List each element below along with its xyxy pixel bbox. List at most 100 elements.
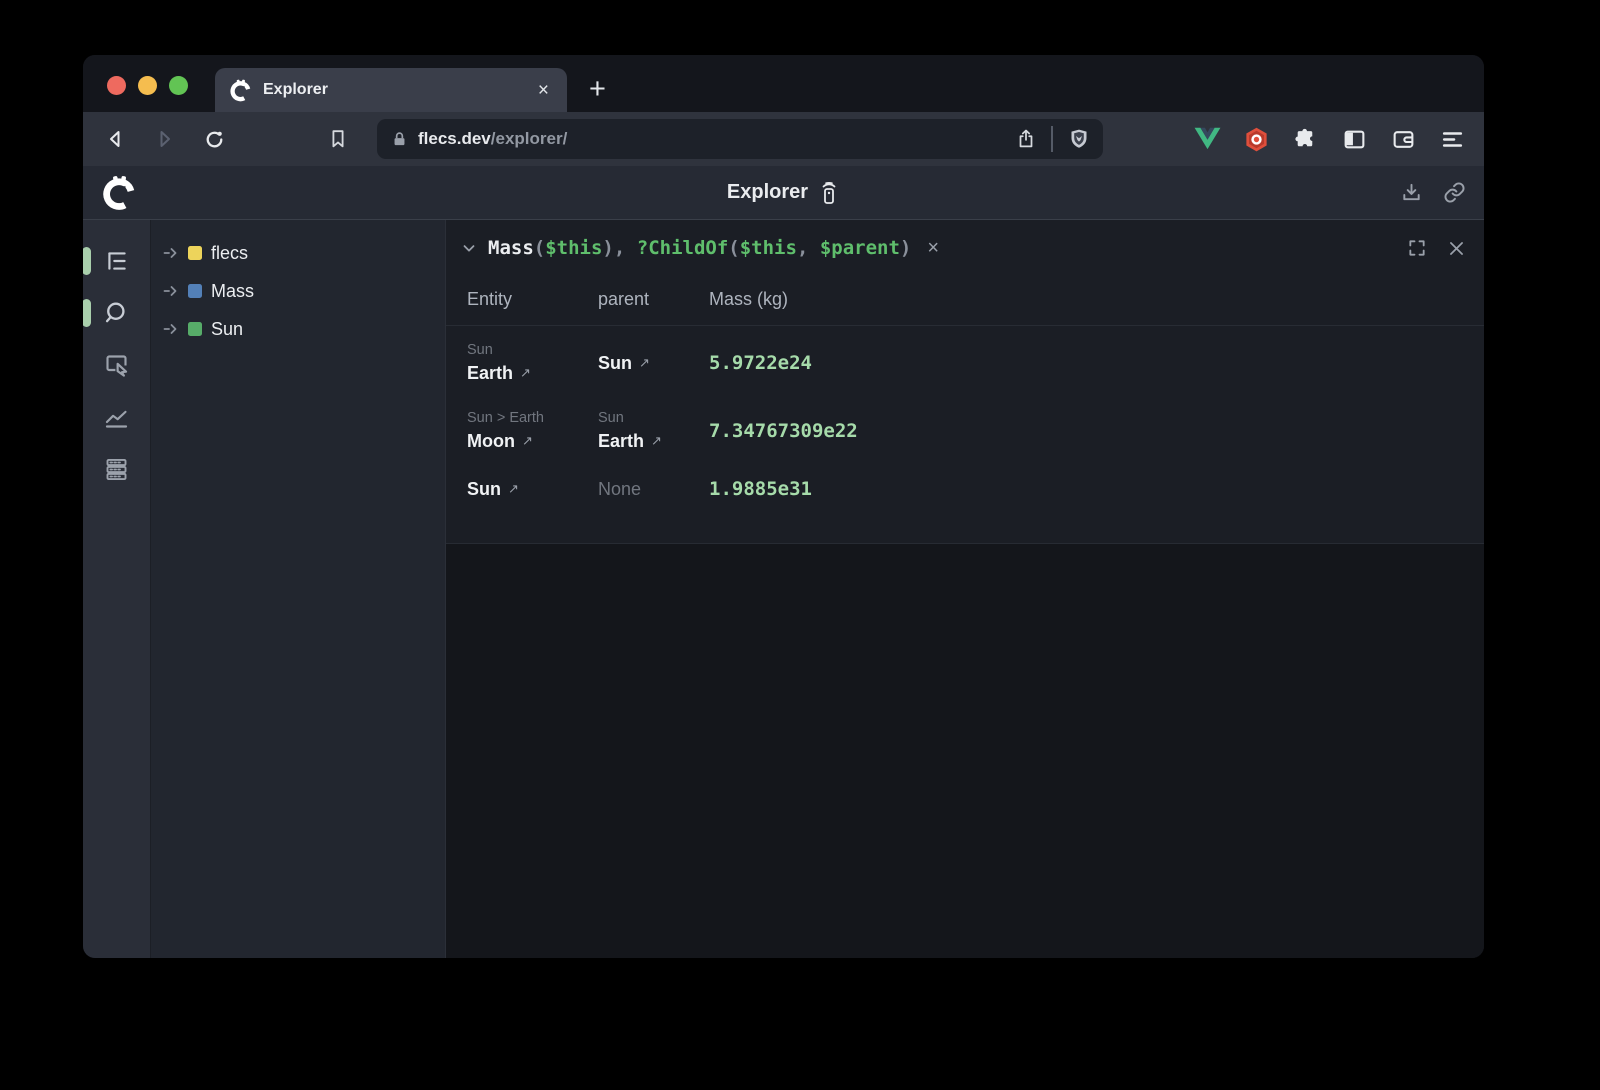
empty-canvas xyxy=(446,544,1484,958)
tree-item-label: flecs xyxy=(211,243,248,264)
mass-value: 7.34767309e22 xyxy=(709,420,1484,442)
app-header-actions xyxy=(1400,181,1466,204)
mass-value: 1.9885e31 xyxy=(709,478,1484,500)
browser-toolbar: flecs.dev/explorer/ xyxy=(83,112,1484,166)
query-token: $parent xyxy=(820,237,900,259)
column-mass[interactable]: Mass (kg) xyxy=(709,289,1484,310)
fullscreen-icon[interactable] xyxy=(1407,238,1427,258)
column-parent[interactable]: parent xyxy=(598,289,709,310)
query-header: Mass($this), ?ChildOf($this, $parent) × xyxy=(446,220,1484,276)
tree-item-mass[interactable]: Mass xyxy=(151,272,445,310)
stats-icon xyxy=(103,404,130,431)
entity-link[interactable]: Sun xyxy=(598,350,632,376)
query-token: ?ChildOf xyxy=(637,237,729,259)
expand-arrow-icon[interactable] xyxy=(163,322,179,336)
hexagon-extension-icon[interactable] xyxy=(1240,123,1272,155)
remote-connection-icon[interactable] xyxy=(818,180,840,206)
bookmark-icon[interactable] xyxy=(321,122,355,156)
entity-cell: Sun ↗ xyxy=(467,476,598,502)
tab-title: Explorer xyxy=(263,81,523,99)
tree-item-label: Sun xyxy=(211,319,243,340)
zoom-window-button[interactable] xyxy=(169,76,188,95)
entity-path: Sun xyxy=(598,408,709,428)
inspector-icon xyxy=(103,352,130,379)
url-divider xyxy=(1051,126,1053,152)
results-table-body: Sun Earth↗ Sun↗ 5.9722e24 Sun > Earth Mo… xyxy=(446,326,1484,524)
tree-icon xyxy=(104,248,130,274)
extension-icons xyxy=(1191,123,1468,155)
parent-cell: Sun ↗ xyxy=(598,350,709,376)
query-token: ( xyxy=(728,237,739,259)
url-bar[interactable]: flecs.dev/explorer/ xyxy=(377,119,1103,159)
traffic-lights xyxy=(107,76,188,95)
goto-entity-icon[interactable]: ↗ xyxy=(651,428,662,454)
lock-icon xyxy=(391,131,408,148)
table-row: Sun > Earth Moon↗ Sun Earth↗ 7.34767309e… xyxy=(446,408,1484,454)
active-panel-indicator xyxy=(83,299,91,327)
entity-cell: Sun > Earth Moon↗ xyxy=(467,408,598,454)
entity-path: Sun xyxy=(467,340,598,360)
back-button[interactable] xyxy=(99,122,133,156)
parent-cell: None xyxy=(598,479,709,500)
component-color-swatch xyxy=(188,284,202,298)
content-area: flecs Mass Sun xyxy=(83,220,1484,958)
chevron-down-icon[interactable] xyxy=(460,239,478,257)
expand-arrow-icon[interactable] xyxy=(163,246,179,260)
minimize-window-button[interactable] xyxy=(138,76,157,95)
mass-value: 5.9722e24 xyxy=(709,352,1484,374)
column-entity[interactable]: Entity xyxy=(467,289,598,310)
query-expression[interactable]: Mass($this), ?ChildOf($this, $parent) xyxy=(488,237,911,259)
goto-entity-icon[interactable]: ↗ xyxy=(520,360,531,386)
parent-cell: Sun Earth ↗ xyxy=(598,408,709,454)
tree-item-label: Mass xyxy=(211,281,254,302)
wallet-icon[interactable] xyxy=(1387,123,1419,155)
flecs-favicon-icon xyxy=(229,79,252,102)
query-token: $this xyxy=(545,237,602,259)
tree-item-sun[interactable]: Sun xyxy=(151,310,445,348)
tree-item-flecs[interactable]: flecs xyxy=(151,234,445,272)
reload-button[interactable] xyxy=(197,122,231,156)
table-row: Sun Earth↗ Sun↗ 5.9722e24 xyxy=(446,340,1484,386)
entity-cell: Sun Earth ↗ xyxy=(467,340,598,386)
sidebar-toggle-icon[interactable] xyxy=(1338,123,1370,155)
entity-link[interactable]: Earth xyxy=(467,360,513,386)
browser-tab[interactable]: Explorer × xyxy=(215,68,567,112)
expand-arrow-icon[interactable] xyxy=(163,284,179,298)
parent-none: None xyxy=(598,479,709,500)
entity-link[interactable]: Earth xyxy=(598,428,644,454)
module-color-swatch xyxy=(188,246,202,260)
sidebar-item-query[interactable] xyxy=(97,294,137,332)
goto-entity-icon[interactable]: ↗ xyxy=(522,428,533,454)
query-panel: Mass($this), ?ChildOf($this, $parent) × xyxy=(446,220,1484,544)
entity-link[interactable]: Moon xyxy=(467,428,515,454)
sidebar-item-stats[interactable] xyxy=(97,398,137,436)
app-title-wrap: Explorer xyxy=(83,180,1484,206)
entity-color-swatch xyxy=(188,322,202,336)
entity-link[interactable]: Sun xyxy=(467,476,501,502)
brave-shield-icon[interactable] xyxy=(1067,127,1091,151)
goto-entity-icon[interactable]: ↗ xyxy=(639,350,650,376)
commands-icon xyxy=(103,456,130,483)
search-icon xyxy=(103,299,131,327)
forward-button[interactable] xyxy=(147,122,181,156)
entity-tree-panel: flecs Mass Sun xyxy=(151,220,445,958)
sidebar-item-inspector[interactable] xyxy=(97,346,137,384)
clear-query-icon[interactable]: × xyxy=(927,237,939,260)
extensions-puzzle-icon[interactable] xyxy=(1289,123,1321,155)
goto-entity-icon[interactable]: ↗ xyxy=(508,476,519,502)
close-window-button[interactable] xyxy=(107,76,126,95)
sidebar-item-commands[interactable] xyxy=(97,450,137,488)
browser-menu-icon[interactable] xyxy=(1436,123,1468,155)
new-tab-button[interactable]: + xyxy=(589,75,606,104)
tab-strip: Explorer × + xyxy=(83,55,1484,112)
sidebar-item-tree[interactable] xyxy=(97,242,137,280)
query-token: ) xyxy=(900,237,911,259)
close-panel-icon[interactable] xyxy=(1447,239,1466,258)
share-icon[interactable] xyxy=(1015,128,1037,150)
link-icon[interactable] xyxy=(1443,181,1466,204)
tab-close-button[interactable]: × xyxy=(534,79,553,102)
vue-devtools-icon[interactable] xyxy=(1191,123,1223,155)
query-token: ( xyxy=(534,237,545,259)
query-token: ) xyxy=(602,237,613,259)
download-icon[interactable] xyxy=(1400,181,1423,204)
